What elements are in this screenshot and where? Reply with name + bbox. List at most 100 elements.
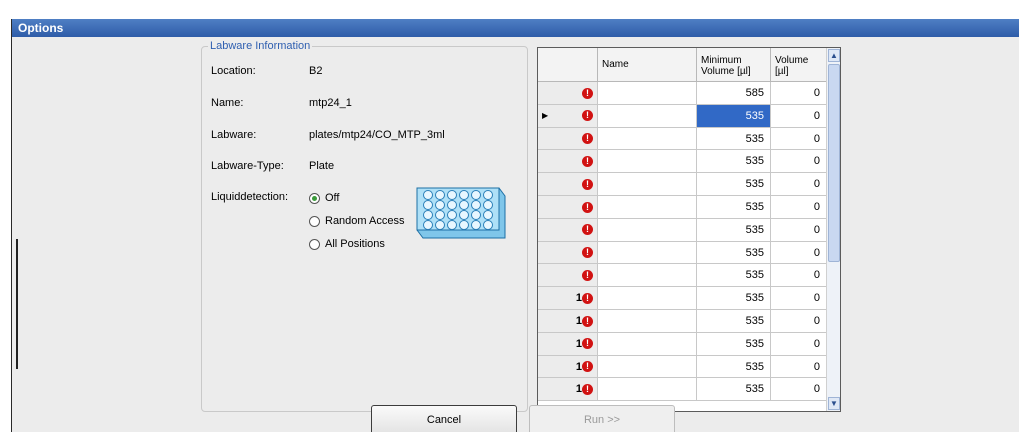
radio-random-access[interactable]: Random Access (309, 214, 404, 228)
cell-volume[interactable]: 0 (771, 332, 827, 356)
row-indicator[interactable]: 1! (538, 287, 598, 310)
table-row[interactable]: 1! 535 0 (538, 355, 827, 379)
name-value: mtp24_1 (309, 97, 352, 109)
cell-volume[interactable]: 0 (771, 264, 827, 288)
cell-min-volume[interactable]: 535 (697, 218, 771, 242)
table-row[interactable]: ! 535 0 (538, 173, 827, 196)
error-exclamation-icon: ! (582, 269, 593, 281)
table-row[interactable]: 1! 535 0 (538, 309, 827, 333)
row-indicator[interactable]: ! (538, 218, 598, 242)
table-row[interactable]: 1! 535 0 (538, 332, 827, 356)
cell-min-volume[interactable]: 535 (697, 378, 771, 402)
table-row[interactable]: ! 535 0 (538, 264, 827, 288)
error-exclamation-icon: ! (582, 178, 593, 190)
table-row[interactable]: 1! 535 0 (538, 287, 827, 310)
cell-volume[interactable]: 0 (771, 82, 827, 105)
cell-volume[interactable]: 0 (771, 241, 827, 265)
table-row[interactable]: 1! 535 0 (538, 378, 827, 402)
table-row[interactable]: ! 585 0 (538, 82, 827, 105)
labware-value: plates/mtp24/CO_MTP_3ml (309, 129, 445, 141)
cell-name[interactable] (598, 173, 697, 196)
cell-min-volume[interactable]: 535 (697, 309, 771, 333)
cell-name[interactable] (598, 127, 697, 151)
table-row[interactable]: ▶! 535 0 (538, 104, 827, 128)
volume-grid[interactable]: Name Minimum Volume [µl] Volume [µl] ! 58… (537, 47, 841, 412)
header-name[interactable]: Name (598, 48, 697, 82)
labware-info-title: Labware Information (208, 40, 313, 52)
cell-volume[interactable]: 0 (771, 127, 827, 151)
header-min-volume[interactable]: Minimum Volume [µl] (697, 48, 771, 82)
scroll-down-icon[interactable]: ▼ (828, 397, 840, 410)
row-indicator[interactable]: ! (538, 127, 598, 151)
row-indicator[interactable]: 1! (538, 309, 598, 333)
radio-selected-icon[interactable] (309, 192, 320, 204)
cell-volume[interactable]: 0 (771, 355, 827, 379)
cell-name[interactable] (598, 241, 697, 265)
cell-volume[interactable]: 0 (771, 195, 827, 219)
cell-name[interactable] (598, 287, 697, 310)
table-row[interactable]: ! 535 0 (538, 127, 827, 151)
error-exclamation-icon: ! (582, 155, 593, 167)
error-exclamation-icon: ! (582, 383, 593, 395)
run-button[interactable]: Run >> (529, 405, 675, 432)
radio-icon[interactable] (309, 238, 320, 250)
radio-off[interactable]: Off (309, 191, 339, 205)
error-exclamation-icon: ! (582, 224, 593, 236)
table-row[interactable]: ! 535 0 (538, 218, 827, 242)
options-window: Options Labware Information Location: B2… (11, 19, 1019, 432)
cell-name[interactable] (598, 195, 697, 219)
cell-min-volume[interactable]: 535 (697, 287, 771, 310)
cell-min-volume[interactable]: 535 (697, 355, 771, 379)
cell-min-volume[interactable]: 535 (697, 332, 771, 356)
cell-min-volume[interactable]: 535 (697, 264, 771, 288)
header-volume[interactable]: Volume [µl] (771, 48, 827, 82)
cell-name[interactable] (598, 82, 697, 105)
cell-name[interactable] (598, 355, 697, 379)
row-indicator[interactable]: ! (538, 150, 598, 174)
cell-name[interactable] (598, 150, 697, 174)
cell-min-volume[interactable]: 535 (697, 241, 771, 265)
scroll-thumb[interactable] (828, 64, 840, 262)
row-indicator[interactable]: 1! (538, 378, 598, 402)
row-indicator[interactable]: ! (538, 173, 598, 196)
row-indicator[interactable]: ▶! (538, 104, 598, 128)
scroll-up-icon[interactable]: ▲ (828, 49, 840, 62)
cell-name[interactable] (598, 264, 697, 288)
cell-volume[interactable]: 0 (771, 309, 827, 333)
row-indicator[interactable]: ! (538, 195, 598, 219)
cell-min-volume[interactable]: 535 (697, 127, 771, 151)
cell-name[interactable] (598, 218, 697, 242)
cell-min-volume[interactable]: 585 (697, 82, 771, 105)
table-row[interactable]: ! 535 0 (538, 195, 827, 219)
row-indicator[interactable]: ! (538, 82, 598, 105)
cell-min-volume[interactable]: 535 (697, 195, 771, 219)
table-row[interactable]: ! 535 0 (538, 241, 827, 265)
cell-name[interactable] (598, 104, 697, 128)
location-value: B2 (309, 65, 323, 77)
left-divider (16, 239, 18, 369)
radio-all-positions[interactable]: All Positions (309, 237, 385, 251)
cell-name[interactable] (598, 309, 697, 333)
cell-name[interactable] (598, 332, 697, 356)
row-indicator[interactable]: ! (538, 241, 598, 265)
cell-volume[interactable]: 0 (771, 150, 827, 174)
grid-header: Name Minimum Volume [µl] Volume [µl] (538, 48, 827, 82)
table-row[interactable]: ! 535 0 (538, 150, 827, 174)
radio-icon[interactable] (309, 215, 320, 227)
cell-volume[interactable]: 0 (771, 287, 827, 310)
cell-volume[interactable]: 0 (771, 378, 827, 402)
header-indicator (538, 48, 598, 82)
error-exclamation-icon: ! (582, 87, 593, 99)
cell-min-volume[interactable]: 535 (697, 173, 771, 196)
cancel-button[interactable]: Cancel (371, 405, 517, 432)
row-indicator[interactable]: ! (538, 264, 598, 288)
cell-volume[interactable]: 0 (771, 173, 827, 196)
row-indicator[interactable]: 1! (538, 355, 598, 379)
row-indicator[interactable]: 1! (538, 332, 598, 356)
vertical-scrollbar[interactable]: ▲ ▼ (826, 48, 840, 411)
cell-name[interactable] (598, 378, 697, 402)
cell-min-volume[interactable]: 535 (697, 104, 771, 128)
cell-min-volume[interactable]: 535 (697, 150, 771, 174)
cell-volume[interactable]: 0 (771, 104, 827, 128)
cell-volume[interactable]: 0 (771, 218, 827, 242)
